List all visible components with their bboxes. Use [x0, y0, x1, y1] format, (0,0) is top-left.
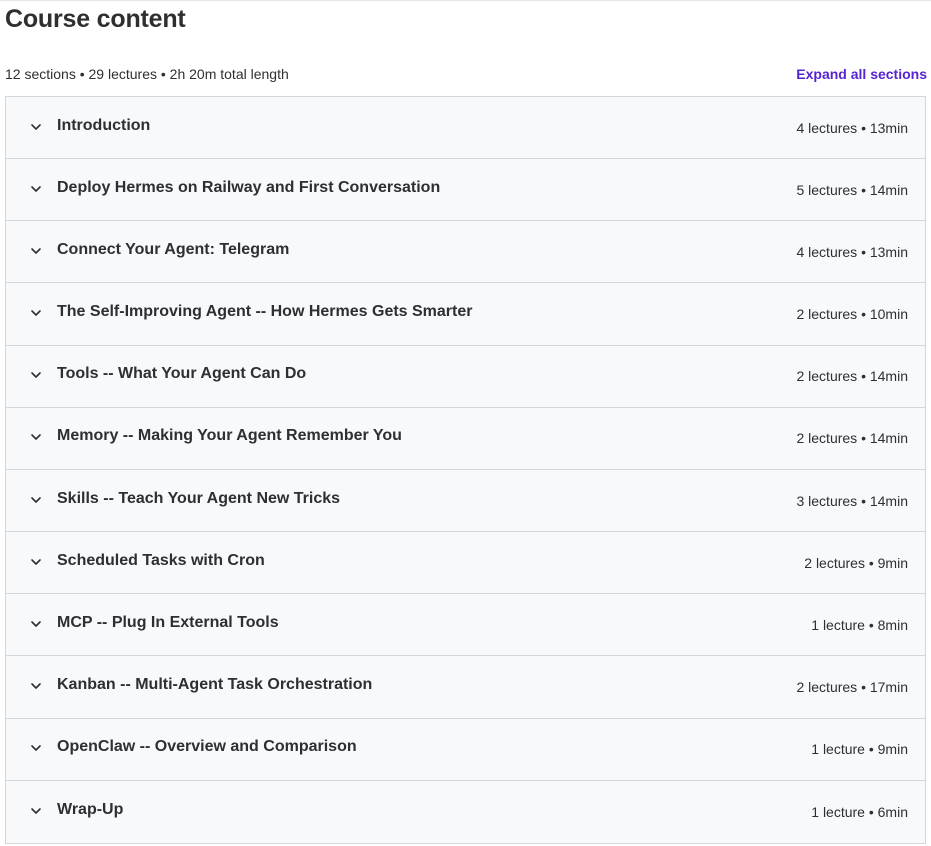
- section-meta: 5 lectures • 14min: [796, 181, 908, 198]
- top-divider: [0, 0, 931, 1]
- section-panel[interactable]: Scheduled Tasks with Cron 2 lectures • 9…: [6, 532, 925, 595]
- chevron-down-icon: [28, 429, 44, 445]
- section-panel[interactable]: The Self-Improving Agent -- How Hermes G…: [6, 283, 925, 346]
- chevron-down-icon: [28, 119, 44, 135]
- section-title: Tools -- What Your Agent Can Do: [57, 365, 307, 383]
- chevron-down-icon: [28, 243, 44, 259]
- section-title: The Self-Improving Agent -- How Hermes G…: [57, 303, 473, 321]
- course-meta-row: 12 sections • 29 lectures • 2h 20m total…: [5, 64, 927, 84]
- section-panel[interactable]: Deploy Hermes on Railway and First Conve…: [6, 159, 925, 222]
- sections-accordion: Introduction 4 lectures • 13min Deploy H…: [5, 96, 926, 844]
- chevron-down-icon: [28, 678, 44, 694]
- chevron-down-icon: [28, 616, 44, 632]
- section-panel[interactable]: Connect Your Agent: Telegram 4 lectures …: [6, 221, 925, 284]
- section-meta: 2 lectures • 10min: [796, 306, 908, 323]
- chevron-down-icon: [28, 305, 44, 321]
- section-panel[interactable]: OpenClaw -- Overview and Comparison 1 le…: [6, 718, 925, 781]
- section-meta: 1 lecture • 8min: [811, 616, 908, 633]
- chevron-down-icon: [28, 740, 44, 756]
- section-meta: 1 lecture • 6min: [811, 803, 908, 820]
- section-panel[interactable]: Memory -- Making Your Agent Remember You…: [6, 407, 925, 470]
- section-title: MCP -- Plug In External Tools: [57, 613, 279, 631]
- section-meta: 4 lectures • 13min: [796, 119, 908, 136]
- course-summary: 12 sections • 29 lectures • 2h 20m total…: [5, 66, 289, 82]
- section-panel[interactable]: MCP -- Plug In External Tools 1 lecture …: [6, 594, 925, 657]
- section-meta: 2 lectures • 14min: [796, 430, 908, 447]
- chevron-down-icon: [28, 554, 44, 570]
- section-panel[interactable]: Introduction 4 lectures • 13min: [6, 97, 925, 160]
- chevron-down-icon: [28, 181, 44, 197]
- section-panel[interactable]: Skills -- Teach Your Agent New Tricks 3 …: [6, 469, 925, 533]
- section-panel[interactable]: Wrap-Up 1 lecture • 6min: [6, 780, 925, 843]
- section-meta: 2 lectures • 17min: [796, 678, 908, 695]
- section-title: Wrap-Up: [57, 800, 124, 818]
- section-meta: 4 lectures • 13min: [796, 243, 908, 260]
- page-title: Course content: [5, 5, 186, 33]
- section-meta: 2 lectures • 9min: [804, 554, 908, 571]
- section-panel[interactable]: Kanban -- Multi-Agent Task Orchestration…: [6, 656, 925, 719]
- section-meta: 1 lecture • 9min: [811, 741, 908, 758]
- expand-all-sections-button[interactable]: Expand all sections: [796, 66, 927, 82]
- section-meta: 2 lectures • 14min: [796, 368, 908, 385]
- section-title: Connect Your Agent: Telegram: [57, 240, 290, 258]
- section-meta: 3 lectures • 14min: [796, 492, 908, 509]
- section-title: Scheduled Tasks with Cron: [57, 551, 265, 569]
- section-panel[interactable]: Tools -- What Your Agent Can Do 2 lectur…: [6, 345, 925, 408]
- section-title: Introduction: [57, 116, 151, 134]
- section-title: OpenClaw -- Overview and Comparison: [57, 738, 357, 756]
- chevron-down-icon: [28, 492, 44, 508]
- section-title: Kanban -- Multi-Agent Task Orchestration: [57, 675, 373, 693]
- chevron-down-icon: [28, 803, 44, 819]
- chevron-down-icon: [28, 367, 44, 383]
- section-title: Deploy Hermes on Railway and First Conve…: [57, 178, 441, 196]
- section-title: Memory -- Making Your Agent Remember You: [57, 427, 402, 445]
- section-title: Skills -- Teach Your Agent New Tricks: [57, 489, 341, 507]
